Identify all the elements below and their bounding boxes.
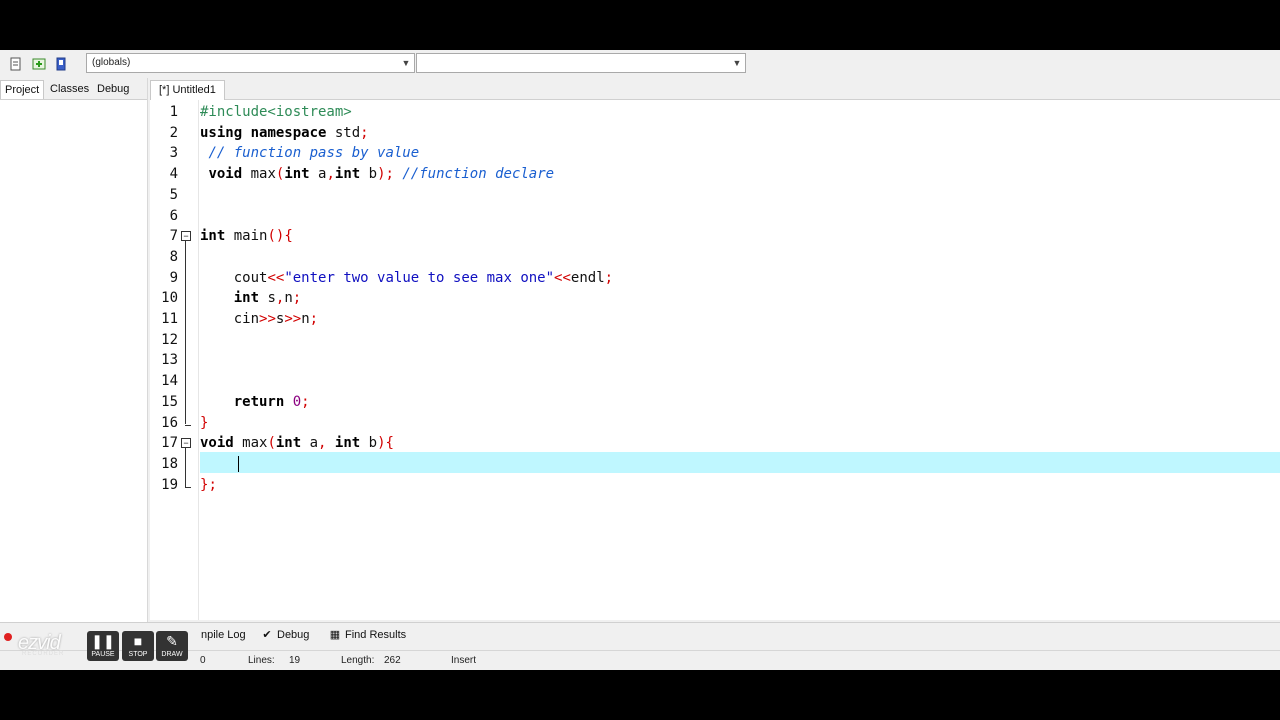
status-lines-label: Lines: — [248, 655, 275, 666]
tab-project[interactable]: Project — [0, 80, 45, 99]
line-number: 10 — [161, 290, 178, 307]
pen-icon: ✎ — [166, 633, 178, 649]
status-bar: 0 Lines: 19 Length: 262 Insert — [0, 650, 1280, 670]
line-number: 3 — [169, 145, 178, 162]
line-number: 12 — [161, 331, 178, 348]
code-editor[interactable]: #include<iostream> using namespace std; /… — [150, 100, 1280, 620]
code-line[interactable]: void max(int a, int b){ — [200, 433, 394, 453]
fold-guide — [185, 241, 186, 425]
stop-button[interactable]: ■ STOP — [122, 631, 154, 661]
line-number: 6 — [169, 207, 178, 224]
fold-collapse-icon[interactable]: − — [181, 438, 191, 449]
new-file-icon[interactable] — [7, 55, 25, 72]
status-mode: Insert — [451, 655, 477, 666]
tab-find-results-label: Find Results — [345, 629, 407, 641]
line-number: 11 — [161, 311, 178, 327]
scope-combo[interactable]: (globals) ▼ — [86, 53, 415, 73]
fold-collapse-icon[interactable]: − — [181, 231, 191, 242]
line-number: 8 — [169, 248, 178, 265]
code-line[interactable]: } — [200, 413, 208, 433]
chevron-down-icon: ▼ — [732, 58, 742, 68]
ide-window: (globals) ▼ ▼ Project Classes Debug [*] … — [0, 50, 1280, 670]
line-number: 2 — [169, 124, 178, 141]
tab-compile-log[interactable]: npile Log — [201, 627, 246, 643]
find-icon: ▦ — [329, 629, 341, 641]
tab-debug[interactable]: Debug — [93, 80, 133, 98]
bookmark-icon[interactable] — [52, 55, 70, 72]
status-col-value: 0 — [200, 655, 206, 666]
tab-classes[interactable]: Classes — [46, 80, 93, 98]
line-number: 5 — [169, 186, 178, 203]
chevron-down-icon: ▼ — [401, 58, 411, 68]
editor-tabs: [*] Untitled1 — [150, 78, 1280, 100]
status-lines-value: 19 — [289, 655, 301, 666]
code-line[interactable]: }; — [200, 475, 217, 495]
toolbar: (globals) ▼ ▼ — [0, 50, 1280, 78]
line-number: 17 — [161, 435, 178, 452]
line-number: 9 — [169, 269, 178, 286]
current-line-highlight — [200, 452, 1280, 473]
code-line[interactable]: cin>>s>>n; — [200, 309, 318, 329]
line-number: 1 — [169, 104, 178, 120]
line-number: 15 — [161, 393, 178, 410]
code-line[interactable]: int s,n; — [200, 288, 301, 308]
tab-untitled1[interactable]: [*] Untitled1 — [150, 80, 225, 100]
code-line[interactable]: return 0; — [200, 392, 310, 412]
tab-debug-output[interactable]: ✔ Debug — [260, 627, 309, 643]
line-number: 16 — [161, 414, 178, 431]
stop-icon: ■ — [133, 633, 143, 649]
line-number: 18 — [161, 455, 178, 472]
fold-guide-end — [185, 486, 191, 488]
left-panel-tabs: Project Classes Debug — [0, 78, 147, 100]
tab-find-results[interactable]: ▦ Find Results — [328, 627, 406, 643]
fold-guide-end — [185, 424, 191, 426]
status-length-value: 262 — [384, 655, 401, 666]
scope-combo-value: (globals) — [92, 57, 131, 68]
text-caret — [238, 455, 239, 472]
bottom-tabs: npile Log ✔ Debug ▦ Find Results — [0, 622, 1280, 647]
line-number: 7 — [169, 228, 178, 245]
record-indicator-icon — [4, 633, 12, 641]
draw-button[interactable]: ✎ DRAW — [156, 631, 188, 661]
draw-button-label: DRAW — [161, 651, 183, 658]
pause-button-label: PAUSE — [91, 651, 115, 658]
recorder-overlay: ezvid RECORDER ❚❚ PAUSE ■ STOP ✎ DRAW — [0, 628, 192, 664]
line-number: 4 — [169, 166, 178, 183]
add-file-icon[interactable] — [30, 55, 48, 72]
function-combo[interactable]: ▼ — [416, 53, 746, 73]
status-length-label: Length: — [341, 655, 375, 666]
recorder-sub: RECORDER — [22, 651, 65, 657]
code-line[interactable]: cout<<"enter two value to see max one"<<… — [200, 268, 613, 288]
pause-button[interactable]: ❚❚ PAUSE — [87, 631, 119, 661]
line-number: 13 — [161, 352, 178, 369]
tab-compile-log-label: npile Log — [201, 629, 246, 641]
fold-guide — [185, 448, 186, 487]
code-line[interactable] — [200, 454, 234, 474]
check-icon: ✔ — [262, 629, 272, 641]
code-line[interactable]: using namespace std; — [200, 123, 369, 143]
code-line[interactable]: void max(int a,int b); //function declar… — [200, 164, 554, 184]
project-panel: Project Classes Debug — [0, 78, 148, 622]
tab-debug-output-label: Debug — [277, 629, 310, 641]
code-line[interactable]: int main(){ — [200, 226, 293, 246]
code-line[interactable]: #include<iostream> — [200, 102, 352, 122]
pause-icon: ❚❚ — [91, 633, 115, 649]
stop-button-label: STOP — [128, 651, 148, 658]
line-number: 19 — [161, 476, 178, 493]
code-line[interactable]: // function pass by value — [200, 143, 419, 163]
code-area[interactable]: #include<iostream> using namespace std; /… — [200, 100, 1280, 620]
line-number: 14 — [161, 373, 178, 390]
